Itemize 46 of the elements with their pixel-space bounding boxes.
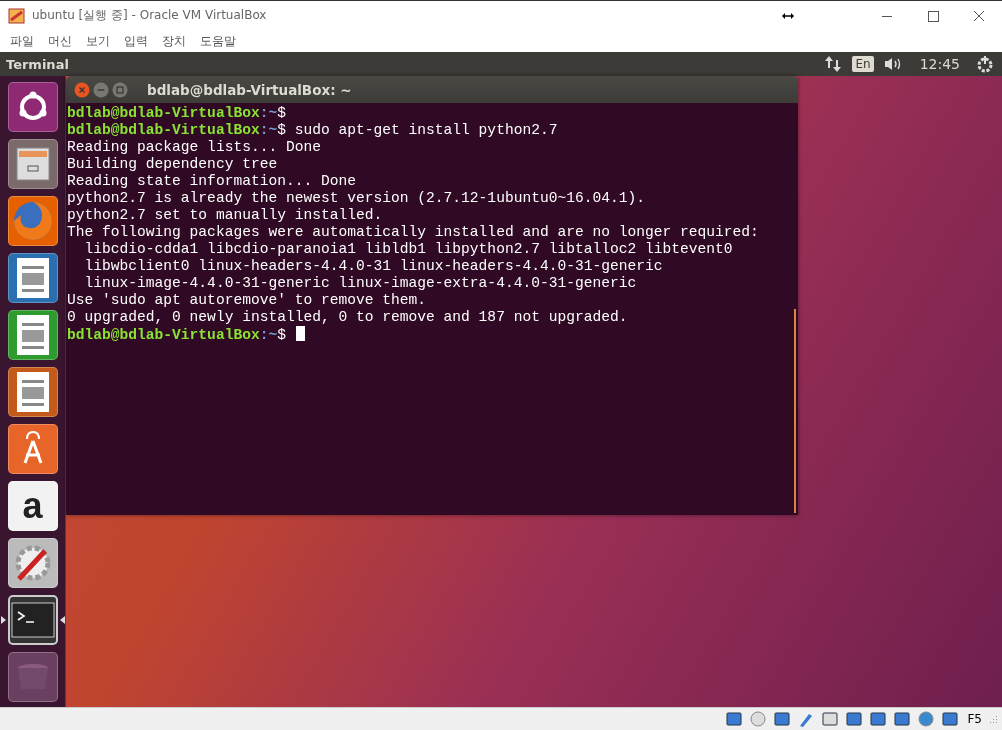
firefox-launcher-icon[interactable] xyxy=(7,196,58,246)
resize-icon xyxy=(782,11,794,20)
output-line: Reading package lists... Done xyxy=(67,139,321,155)
menu-item[interactable]: 보기 xyxy=(80,32,118,50)
host-key-label: F5 xyxy=(967,712,982,726)
output-line: python2.7 is already the newest version (2.7.12-1ubuntu0~16.04.1). xyxy=(67,190,645,206)
output-line: Reading state information... Done xyxy=(67,173,356,189)
output-line: libwbclient0 linux-headers-4.4.0-31 linux-headers-4.4.0-31-generic xyxy=(83,258,663,274)
app-name: Terminal xyxy=(6,56,69,72)
output-line: The following packages were automatically installed and are no longer required: xyxy=(67,224,759,240)
prompt-user: bdlab@bdlab-VirtualBox xyxy=(67,327,260,343)
settings-launcher-icon[interactable] xyxy=(7,538,58,588)
output-line: Building dependency tree xyxy=(67,156,278,172)
dash-launcher-icon[interactable] xyxy=(7,82,58,132)
output-line: libcdio-cdda1 libcdio-paranoia1 libldb1 libpython2.7 libtalloc2 libtevent0 xyxy=(83,241,733,257)
terminal-launcher-icon[interactable] xyxy=(7,595,58,645)
menu-item[interactable]: 파일 xyxy=(4,32,42,50)
terminal-title: bdlab@bdlab-VirtualBox: ~ xyxy=(147,81,352,98)
command-text: $ xyxy=(277,105,286,121)
menu-item[interactable]: 머신 xyxy=(42,32,80,50)
trash-launcher-icon[interactable] xyxy=(7,652,58,702)
prompt-path: :~ xyxy=(259,105,278,121)
prompt-user: bdlab@bdlab-VirtualBox xyxy=(67,122,260,138)
amazon-launcher-icon[interactable]: a xyxy=(7,481,58,531)
menu-item[interactable]: 입력 xyxy=(118,32,156,50)
output-line: linux-image-4.4.0-31-generic linux-image-extra-4.4.0-31-generic xyxy=(83,275,637,291)
window-title: ubuntu [실행 중] - Oracle VM VirtualBox xyxy=(32,7,267,24)
command-text: $ xyxy=(277,327,287,343)
command-text: $ sudo apt-get install python2.7 xyxy=(277,122,558,138)
network-icon[interactable] xyxy=(824,55,843,73)
impress-launcher-icon[interactable] xyxy=(7,367,58,417)
prompt-user: bdlab@bdlab-VirtualBox xyxy=(67,105,260,121)
output-line: python2.7 set to manually installed. xyxy=(67,207,383,223)
output-line: 0 upgraded, 0 newly installed, 0 to remove and 187 not upgraded. xyxy=(67,309,628,325)
prompt-path: :~ xyxy=(259,122,278,138)
clock[interactable]: 12:45 xyxy=(919,56,960,72)
menu-item[interactable]: 도움말 xyxy=(194,32,244,50)
output-line: Use 'sudo apt autoremove' to remove them. xyxy=(67,292,427,308)
prompt-path: :~ xyxy=(259,327,278,343)
writer-launcher-icon[interactable] xyxy=(7,253,58,303)
menu-item[interactable]: 장치 xyxy=(156,32,194,50)
software-launcher-icon[interactable] xyxy=(7,424,58,474)
calc-launcher-icon[interactable] xyxy=(7,310,58,360)
keyboard-layout-indicator[interactable]: En xyxy=(852,56,874,72)
files-launcher-icon[interactable] xyxy=(7,139,58,189)
resize-grip-icon xyxy=(988,714,998,724)
